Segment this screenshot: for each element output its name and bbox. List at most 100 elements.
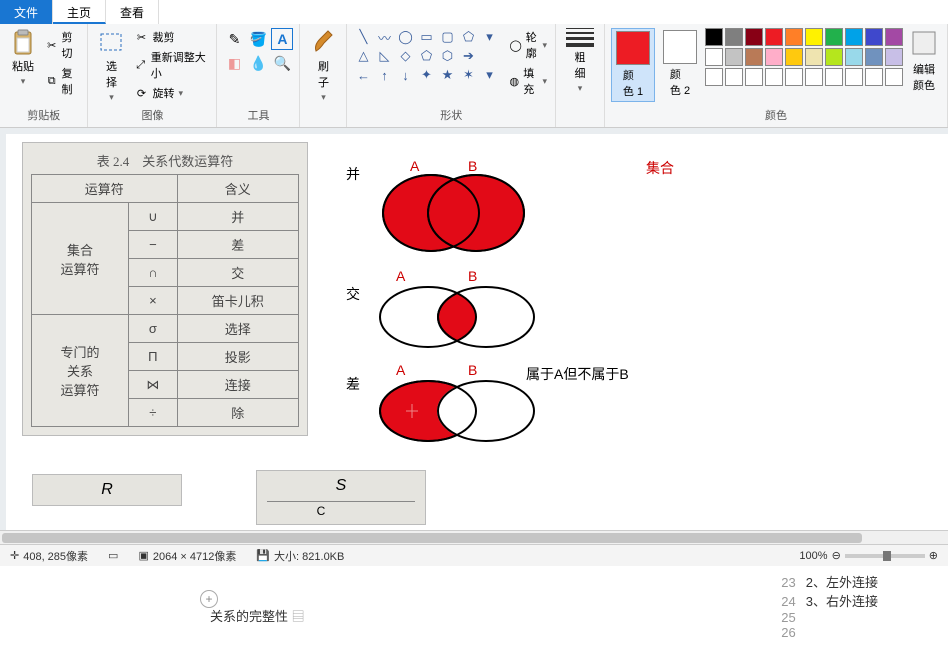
- shape-star6[interactable]: ✶: [458, 66, 478, 84]
- palette-swatch[interactable]: [765, 48, 783, 66]
- palette-swatch[interactable]: [745, 48, 763, 66]
- crop-button[interactable]: ✂裁剪: [132, 28, 210, 46]
- shape-star4[interactable]: ✦: [416, 66, 436, 84]
- scanned-table: 表 2.4 关系代数运算符 运算符含义 集合 运算符∪并 −差 ∩交 ×笛卡儿积…: [22, 142, 308, 436]
- shape-arrowl[interactable]: ←: [353, 66, 373, 84]
- copy-label: 复制: [61, 65, 79, 97]
- palette-swatch[interactable]: [825, 48, 843, 66]
- resize-button[interactable]: ⤢重新调整大小: [132, 48, 210, 82]
- venn-union: [376, 170, 536, 256]
- palette-swatch[interactable]: [725, 28, 743, 46]
- label-inter: 交: [346, 284, 360, 304]
- zoom-out-button[interactable]: ⊖: [832, 549, 841, 562]
- fill-tool[interactable]: 🪣: [247, 28, 269, 50]
- shape-rect[interactable]: ▭: [416, 28, 436, 46]
- palette-swatch[interactable]: [805, 28, 823, 46]
- shape-diamond[interactable]: ◇: [395, 47, 415, 65]
- palette-swatch[interactable]: [825, 28, 843, 46]
- shape-rtri[interactable]: ◺: [374, 47, 394, 65]
- canvas-page[interactable]: 表 2.4 关系代数运算符 运算符含义 集合 运算符∪并 −差 ∩交 ×笛卡儿积…: [6, 134, 948, 544]
- venn-inter: [376, 282, 546, 352]
- zoom-tool[interactable]: 🔍: [271, 52, 293, 74]
- palette-swatch[interactable]: [865, 48, 883, 66]
- color1-button[interactable]: 颜 色 1: [611, 28, 655, 102]
- shape-more1[interactable]: ▾: [479, 28, 499, 46]
- group-tools-label: 工具: [247, 105, 269, 125]
- canvas-area[interactable]: 表 2.4 关系代数运算符 运算符含义 集合 运算符∪并 −差 ∩交 ×笛卡儿积…: [0, 128, 948, 544]
- palette-swatch[interactable]: [845, 68, 863, 86]
- color2-button[interactable]: 颜 色 2: [659, 28, 701, 100]
- palette-swatch[interactable]: [765, 28, 783, 46]
- pencil-tool[interactable]: ✎: [223, 28, 245, 50]
- shape-pent[interactable]: ⬠: [416, 47, 436, 65]
- status-sel: ▭: [98, 549, 128, 562]
- tab-file[interactable]: 文件: [0, 0, 53, 24]
- shape-star5[interactable]: ★: [437, 66, 457, 84]
- palette-swatch[interactable]: [865, 68, 883, 86]
- rotate-button[interactable]: ⟳旋转: [132, 84, 210, 102]
- palette-swatch[interactable]: [745, 28, 763, 46]
- text-tool[interactable]: A: [271, 28, 293, 50]
- brushes-label: 刷 子: [318, 58, 329, 90]
- clipboard-icon: [10, 30, 36, 56]
- eraser-tool[interactable]: ◧: [223, 52, 245, 74]
- zoom-slider[interactable]: [845, 554, 925, 558]
- shape-hex[interactable]: ⬡: [437, 47, 457, 65]
- shape-roundrect[interactable]: ▢: [437, 28, 457, 46]
- palette-swatch[interactable]: [865, 28, 883, 46]
- shape-curve[interactable]: 〰: [374, 28, 394, 46]
- palette-swatch[interactable]: [885, 68, 903, 86]
- status-bar: ✛408, 285像素 ▭ ▣2064 × 4712像素 💾大小: 821.0K…: [0, 544, 948, 566]
- palette-swatch[interactable]: [705, 28, 723, 46]
- palette-swatch[interactable]: [785, 48, 803, 66]
- shape-more2[interactable]: [479, 47, 499, 65]
- palette-swatch[interactable]: [845, 48, 863, 66]
- picker-tool[interactable]: 💧: [247, 52, 269, 74]
- resize-label: 重新调整大小: [151, 49, 209, 81]
- title-tabs: 文件 主页 查看: [0, 0, 948, 24]
- outline-button[interactable]: ◯轮廓: [507, 28, 549, 62]
- palette-swatch[interactable]: [845, 28, 863, 46]
- scan-title: 表 2.4 关系代数运算符: [31, 151, 299, 170]
- palette-swatch[interactable]: [705, 68, 723, 86]
- h-scrollbar[interactable]: [0, 530, 948, 544]
- scrollbar-thumb[interactable]: [2, 533, 862, 543]
- shape-arrowd[interactable]: ↓: [395, 66, 415, 84]
- palette-swatch[interactable]: [825, 68, 843, 86]
- tab-home[interactable]: 主页: [53, 0, 106, 24]
- shape-poly[interactable]: ⬠: [458, 28, 478, 46]
- palette-swatch[interactable]: [705, 48, 723, 66]
- cut-button[interactable]: ✂剪切: [44, 28, 81, 62]
- shape-arrowr[interactable]: ➔: [458, 47, 478, 65]
- palette-swatch[interactable]: [725, 48, 743, 66]
- group-colors-label: 颜色: [765, 105, 787, 125]
- selection-icon: ▭: [108, 549, 118, 562]
- palette-swatch[interactable]: [805, 68, 823, 86]
- brushes-button[interactable]: 刷 子: [306, 28, 340, 105]
- shape-tri[interactable]: △: [353, 47, 373, 65]
- shape-arrowu[interactable]: ↑: [374, 66, 394, 84]
- palette-swatch[interactable]: [725, 68, 743, 86]
- paste-button[interactable]: 粘贴: [6, 28, 40, 89]
- select-button[interactable]: 选 择: [94, 28, 128, 105]
- stroke-button[interactable]: 粗 细: [562, 28, 598, 94]
- palette-swatch[interactable]: [805, 48, 823, 66]
- edit-colors-label: 编辑 颜色: [913, 61, 935, 93]
- palette-swatch[interactable]: [885, 48, 903, 66]
- palette-swatch[interactable]: [785, 28, 803, 46]
- edit-colors-button[interactable]: 编辑 颜色: [907, 28, 941, 95]
- shape-oval[interactable]: ◯: [395, 28, 415, 46]
- palette-swatch[interactable]: [785, 68, 803, 86]
- copy-button[interactable]: ⧉ 复制: [44, 64, 81, 98]
- crop-icon: ✂: [134, 30, 148, 44]
- shape-more3[interactable]: ▾: [479, 66, 499, 84]
- copy-icon: ⧉: [46, 74, 57, 88]
- group2: 专门的 关系 运算符: [32, 315, 129, 427]
- tab-view[interactable]: 查看: [106, 0, 159, 24]
- palette-swatch[interactable]: [745, 68, 763, 86]
- palette-swatch[interactable]: [765, 68, 783, 86]
- palette-swatch[interactable]: [885, 28, 903, 46]
- fill-button[interactable]: ◍填充: [507, 64, 549, 98]
- shape-line[interactable]: ╲: [353, 28, 373, 46]
- zoom-in-button[interactable]: ⊕: [929, 549, 938, 562]
